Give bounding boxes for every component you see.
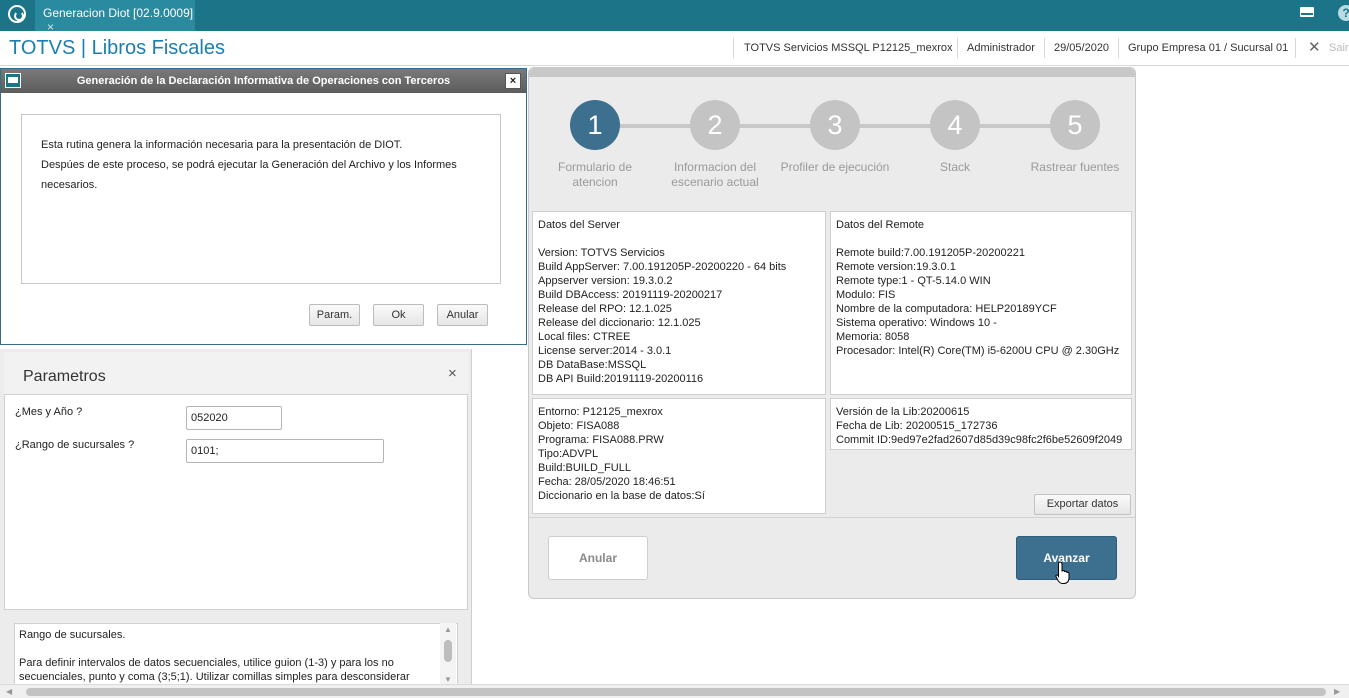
app-title: TOTVS | Libros Fiscales (9, 37, 225, 59)
remote-box-title: Datos del Remote (836, 219, 925, 231)
scroll-right-icon[interactable]: ▶ (1334, 687, 1340, 696)
dialog-title: Generación de la Declaración Informativa… (76, 75, 451, 87)
server-line: License server:2014 - 3.0.1 (538, 345, 672, 357)
help-body: Para definir intervalos de datos secuenc… (19, 657, 410, 683)
header-divider (733, 38, 734, 58)
mes-ano-input[interactable] (186, 406, 282, 430)
horizontal-scroll-thumb[interactable] (26, 688, 1326, 696)
hand-cursor-icon (1055, 561, 1070, 584)
dialog-anular-button[interactable]: Anular (437, 304, 488, 326)
message-line: Despúes de este proceso, se podrá ejecut… (41, 159, 457, 171)
company-branch: Grupo Empresa 01 / Sucursal 01 (1128, 42, 1289, 54)
env-line: Fecha: 28/05/2020 18:46:51 (538, 476, 676, 488)
app-header: TOTVS | Libros Fiscales TOTVS Servicios … (0, 31, 1349, 66)
lib-line: Versión de la Lib:20200615 (836, 406, 970, 418)
top-bar: Generacion Diot [02.9.0009] × ? (0, 0, 1349, 34)
dialog-titlebar[interactable]: Generación de la Declaración Informativa… (1, 69, 526, 93)
scroll-down-icon[interactable]: ▼ (444, 675, 452, 684)
exit-link[interactable]: Sair (1329, 42, 1349, 54)
ok-button[interactable]: Ok (373, 304, 424, 326)
rango-sucursales-input[interactable] (186, 439, 384, 463)
step-1-label: Formulario de atencion (557, 160, 633, 189)
remote-line: Remote build:7.00.191205P-20200221 (836, 247, 1025, 259)
env-line: Programa: FISA088.PRW (538, 434, 664, 446)
wizard-footer-divider (529, 517, 1135, 518)
message-line: necesarios. (41, 179, 98, 191)
server-line: Release del diccionario: 12.1.025 (538, 317, 701, 329)
server-line: Version: TOTVS Servicios (538, 247, 665, 259)
lib-line: Fecha de Lib: 20200515_172736 (836, 420, 998, 432)
remote-data-box: Datos del Remote Remote build:7.00.19120… (830, 211, 1132, 395)
env-line: Tipo:ADVPL (538, 448, 599, 460)
remote-line: Nombre de la computadora: HELP20189YCF (836, 303, 1057, 315)
server-info: TOTVS Servicios MSSQL P12125_mexrox (744, 42, 953, 54)
tab-generacion-diot[interactable]: Generacion Diot [02.9.0009] × (35, 0, 195, 34)
server-box-title: Datos del Server (538, 219, 620, 231)
remote-line: Remote type:1 - QT-5.14.0 WIN (836, 275, 991, 287)
diot-dialog: Generación de la Declaración Informativa… (0, 68, 527, 345)
server-line: Appserver version: 19.3.0.2 (538, 275, 673, 287)
wizard-panel: 1 2 3 4 5 Formulario de atencion Informa… (528, 67, 1136, 599)
help-title: Rango de sucursales. (19, 629, 126, 641)
close-icon[interactable]: × (448, 365, 457, 382)
scroll-left-icon[interactable]: ◀ (6, 687, 12, 696)
message-line: Esta rutina genera la información necesa… (41, 139, 403, 151)
remote-line: Sistema operativo: Windows 10 - (836, 317, 997, 329)
step-2-label: Informacion del escenario actual (671, 160, 759, 189)
wizard-top-strip (529, 68, 1135, 77)
remote-line: Memoria: 8058 (836, 331, 910, 343)
parametros-title: Parametros (23, 368, 106, 385)
server-line: Release del RPO: 12.1.025 (538, 303, 672, 315)
step-4-label: Stack (939, 160, 970, 174)
tab-label: Generacion Diot [02.9.0009] (43, 6, 194, 20)
step-3[interactable]: 3 (810, 100, 860, 150)
server-line: Build DBAccess: 20191119-20200217 (538, 289, 723, 301)
anular-button[interactable]: Anular (548, 536, 648, 580)
scroll-up-icon[interactable]: ▲ (444, 625, 452, 634)
server-line: Local files: CTREE (538, 331, 631, 343)
step-5-label: Rastrear fuentes (1030, 160, 1120, 174)
mail-icon[interactable] (1300, 7, 1314, 17)
user-name: Administrador (967, 42, 1035, 54)
totvs-logo-icon[interactable] (8, 5, 26, 23)
env-line: Build:BUILD_FULL (538, 462, 631, 474)
parametros-header: Parametros × (4, 352, 468, 394)
remote-line: Remote version:19.3.0.1 (836, 261, 956, 273)
env-line: Diccionario en la base de datos:Sí (538, 490, 705, 502)
server-line: Build AppServer: 7.00.191205P-20200220 -… (538, 261, 787, 273)
rango-sucursales-label: ¿Rango de sucursales ? (15, 439, 135, 451)
parametros-panel: Parametros × ¿Mes y Año ? ¿Rango de sucu… (0, 349, 472, 685)
step-4[interactable]: 4 (930, 100, 980, 150)
step-3-label: Profiler de ejecución (780, 160, 890, 174)
library-box: Versión de la Lib:20200615 Fecha de Lib:… (830, 398, 1132, 450)
dialog-message: Esta rutina genera la información necesa… (21, 114, 501, 284)
mes-ano-label: ¿Mes y Año ? (15, 406, 83, 418)
system-date: 29/05/2020 (1054, 42, 1110, 54)
server-line: DB DataBase:MSSQL (538, 359, 647, 371)
param-button[interactable]: Param. (309, 304, 360, 326)
export-data-button[interactable]: Exportar datos (1034, 494, 1131, 515)
help-scroll-thumb[interactable] (444, 640, 452, 662)
env-line: Objeto: FISA088 (538, 420, 620, 432)
parametros-form: ¿Mes y Año ? ¿Rango de sucursales ? (4, 394, 468, 610)
step-1[interactable]: 1 (570, 100, 620, 150)
server-data-box: Datos del Server Version: TOTVS Servicio… (532, 211, 826, 395)
dialog-close-button[interactable]: × (505, 73, 521, 89)
step-5[interactable]: 5 (1050, 100, 1100, 150)
lib-line: Commit ID:9ed97e2fad2607d85d39c98fc2f6be… (836, 434, 1123, 446)
horizontal-scrollbar[interactable]: ◀ ▶ (0, 684, 1349, 698)
remote-line: Modulo: FIS (836, 289, 896, 301)
step-2[interactable]: 2 (690, 100, 740, 150)
help-icon[interactable]: ? (1338, 5, 1349, 21)
header-divider (957, 38, 958, 58)
header-divider (1044, 38, 1045, 58)
header-divider (1118, 38, 1119, 58)
parameter-help-text: Rango de sucursales. Para definir interv… (14, 623, 458, 685)
header-divider (1295, 38, 1296, 58)
environment-box: Entorno: P12125_mexrox Objeto: FISA088 P… (532, 398, 826, 514)
server-line: DB API Build:20191119-20200116 (538, 373, 704, 385)
env-line: Entorno: P12125_mexrox (538, 406, 663, 418)
remote-line: Procesador: Intel(R) Core(TM) i5-6200U C… (836, 345, 1120, 357)
close-icon[interactable]: ✕ (1308, 38, 1321, 56)
